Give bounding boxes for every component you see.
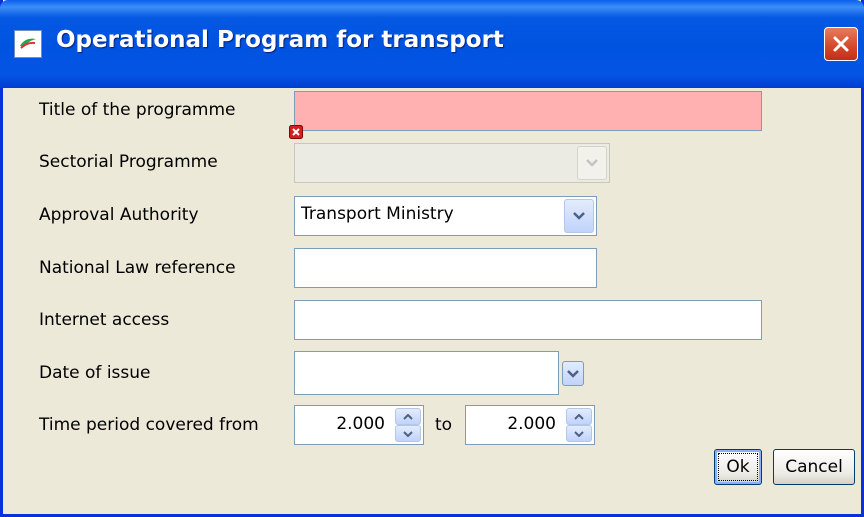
authority-dropdown-button[interactable] [564,199,594,233]
title-programme-input[interactable] [294,91,762,131]
internet-access-label: Internet access [39,310,170,330]
time-period-label: Time period covered from [39,415,259,435]
title-bar[interactable]: Operational Program for transport [0,0,864,88]
spinner-arrows-icon [566,408,592,442]
close-button[interactable] [824,27,858,61]
chevron-down-icon [567,369,579,378]
date-of-issue-label: Date of issue [39,363,151,383]
period-from-up-button[interactable] [395,408,421,425]
window-title: Operational Program for transport [56,27,504,53]
dialog-window: Operational Program for transport Title … [0,0,864,517]
chevron-down-icon [573,212,585,220]
period-to-down-button[interactable] [566,425,592,442]
app-logo-icon [14,30,42,58]
close-icon [833,36,849,52]
date-of-issue-input[interactable] [294,351,559,395]
national-law-label: National Law reference [39,258,236,278]
sectorial-dropdown-button[interactable] [577,146,607,180]
cancel-button[interactable]: Cancel [773,449,855,485]
error-x-icon [289,124,303,139]
period-to-up-button[interactable] [566,408,592,425]
sectorial-programme-select[interactable] [294,143,610,183]
sectorial-programme-label: Sectorial Programme [39,152,218,172]
chevron-down-icon [586,159,598,167]
internet-access-input[interactable] [294,300,762,340]
date-picker-button[interactable] [562,361,584,386]
ok-button[interactable]: Ok [714,449,762,485]
period-to-spinner[interactable]: 2.000 [465,405,595,445]
period-from-down-button[interactable] [395,425,421,442]
title-programme-label: Title of the programme [39,100,236,120]
period-to-label: to [435,415,453,435]
spinner-arrows-icon [395,408,421,442]
approval-authority-label: Approval Authority [39,205,199,225]
approval-authority-select[interactable]: Transport Ministry [294,196,597,236]
period-from-spinner[interactable]: 2.000 [294,405,424,445]
national-law-input[interactable] [294,248,597,288]
